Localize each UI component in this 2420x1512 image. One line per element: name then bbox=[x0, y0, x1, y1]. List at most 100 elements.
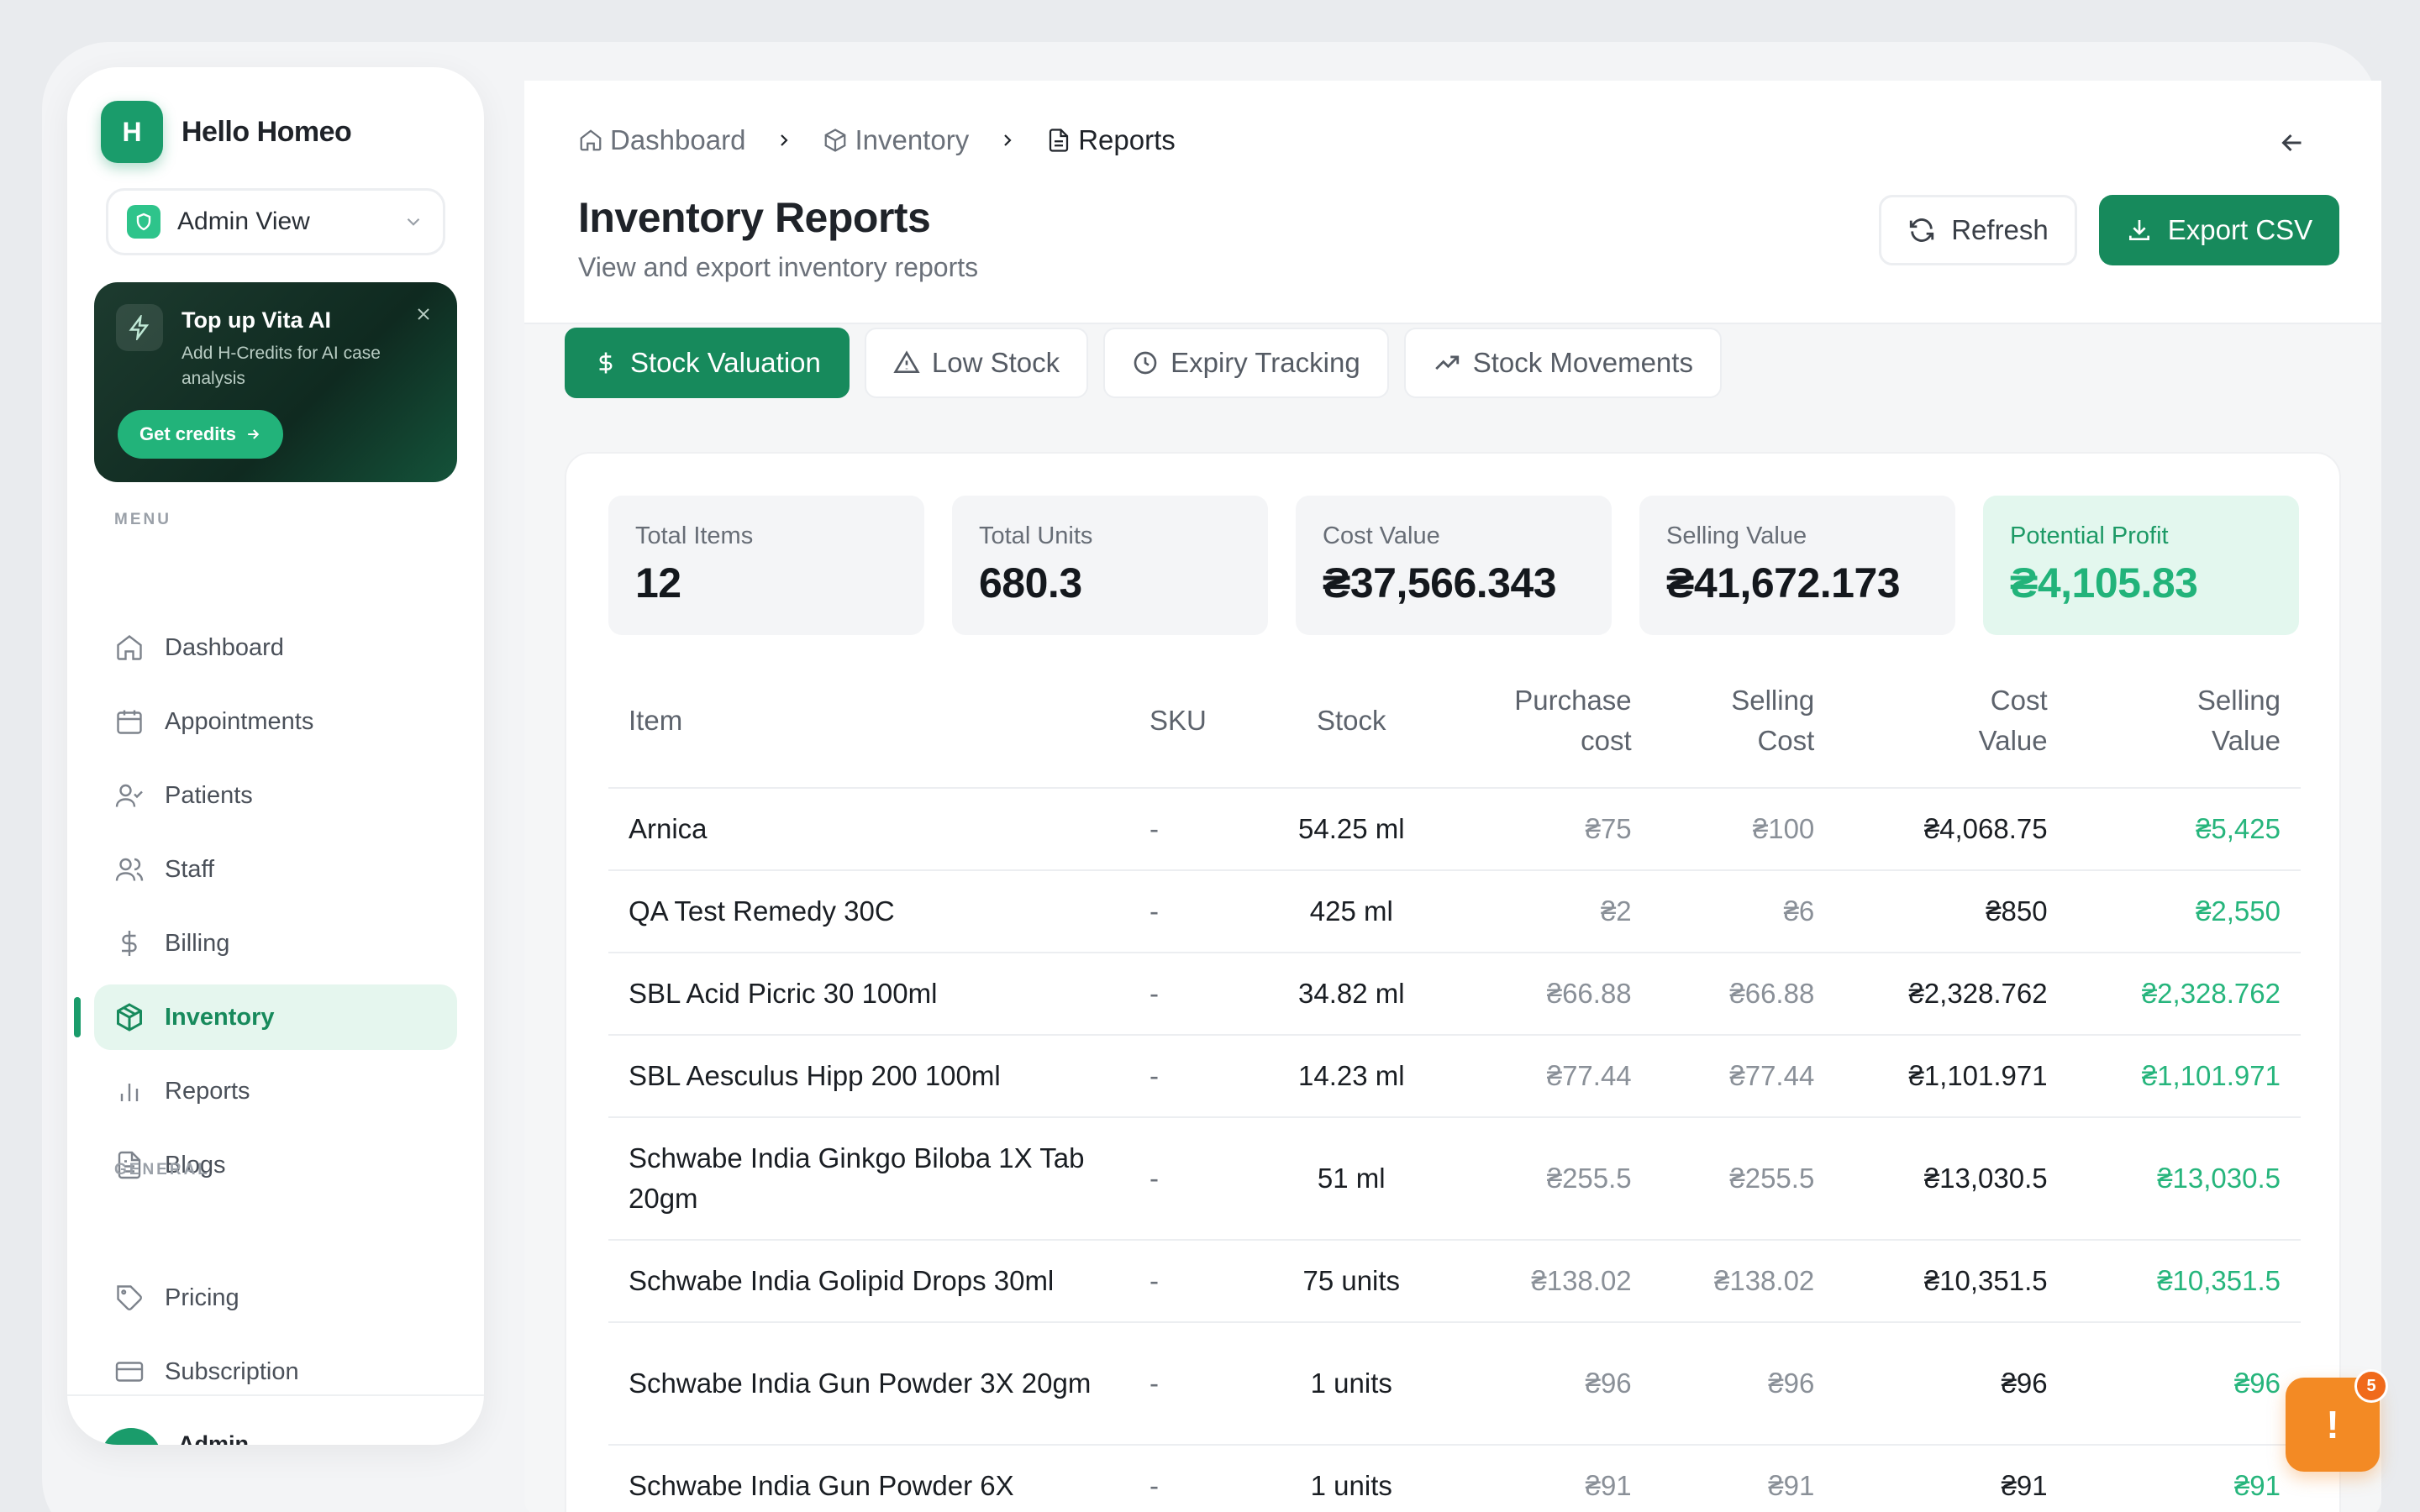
sidebar-item-pricing[interactable]: Pricing bbox=[94, 1265, 457, 1331]
stat-potential-profit: Potential Profit ₴4,105.83 bbox=[1983, 496, 2299, 635]
header-line: Selling bbox=[1731, 684, 1815, 716]
table-row[interactable]: SBL Acid Picric 30 100ml -34.82 ml ₴66.88 ₴… bbox=[608, 953, 2301, 1036]
header-line: Value bbox=[1978, 724, 2048, 756]
table-row[interactable]: Schwabe India Golipid Drops 30ml -75 unit… bbox=[608, 1240, 2301, 1323]
table-row[interactable]: SBL Aesculus Hipp 200 100ml -14.23 ml ₴77.… bbox=[608, 1035, 2301, 1118]
report-tabs: Stock Valuation Low Stock Expiry Trackin… bbox=[565, 328, 1737, 398]
sidebar: H Hello Homeo Admin View Top up Vita AI … bbox=[67, 67, 484, 1445]
view-selector[interactable]: Admin View bbox=[106, 188, 445, 255]
cell-purchase: ₴77.44 bbox=[1446, 1035, 1652, 1118]
header-line: Purchase bbox=[1514, 684, 1632, 716]
stat-selling-value: Selling Value ₴41,672.173 bbox=[1639, 496, 1955, 635]
user-profile[interactable]: d Admin bbox=[101, 1428, 249, 1445]
breadcrumb-label: Dashboard bbox=[610, 124, 746, 155]
sidebar-item-label: Billing bbox=[165, 929, 230, 957]
chevron-right-icon bbox=[997, 130, 1018, 150]
sidebar-item-staff[interactable]: Staff bbox=[94, 837, 457, 902]
column-header-item[interactable]: Item bbox=[608, 654, 1129, 789]
tab-stock-movements[interactable]: Stock Movements bbox=[1403, 328, 1722, 398]
sidebar-item-patients[interactable]: Patients bbox=[94, 763, 457, 828]
promo-title: Top up Vita AI bbox=[182, 307, 331, 333]
help-button[interactable]: ! 5 bbox=[2286, 1369, 2388, 1472]
tab-expiry-tracking[interactable]: Expiry Tracking bbox=[1103, 328, 1389, 398]
sidebar-item-label: Subscription bbox=[165, 1357, 299, 1385]
cell-selling-value: ₴2,550 bbox=[2067, 870, 2301, 953]
cell-selling: ₴6 bbox=[1651, 870, 1835, 953]
stat-label: Total Units bbox=[979, 522, 1093, 549]
back-button[interactable] bbox=[2277, 128, 2307, 162]
column-header-selling-cost[interactable]: Selling Cost bbox=[1651, 654, 1835, 789]
sidebar-item-label: Reports bbox=[165, 1077, 250, 1105]
cell-item: SBL Acid Picric 30 100ml bbox=[608, 953, 1129, 1036]
column-header-sku[interactable]: SKU bbox=[1129, 654, 1256, 789]
stat-cost-value: Cost Value ₴37,566.343 bbox=[1296, 496, 1612, 635]
users-icon bbox=[115, 858, 144, 881]
stat-total-units: Total Units 680.3 bbox=[952, 496, 1268, 635]
table-row[interactable]: Schwabe India Ginkgo Biloba 1X Tab 20gm -… bbox=[608, 1117, 2301, 1241]
inventory-table: Item SKU Stock Purchase cost Selling Cost … bbox=[608, 654, 2301, 1512]
sidebar-item-inventory[interactable]: Inventory bbox=[94, 984, 457, 1050]
column-header-selling-value[interactable]: Selling Value bbox=[2067, 654, 2301, 789]
cell-cost-value: ₴91 bbox=[1834, 1445, 2068, 1512]
table-row[interactable]: Arnica -54.25 ml ₴75 ₴100 ₴4,068.75 ₴5,425 bbox=[608, 788, 2301, 871]
brand[interactable]: H Hello Homeo bbox=[101, 101, 352, 163]
table-row[interactable]: QA Test Remedy 30C -425 ml ₴2 ₴6 ₴850 ₴2,550 bbox=[608, 870, 2301, 953]
cell-selling: ₴100 bbox=[1651, 788, 1835, 871]
stat-label: Potential Profit bbox=[2010, 522, 2169, 549]
cell-purchase: ₴66.88 bbox=[1446, 953, 1652, 1036]
tab-low-stock[interactable]: Low Stock bbox=[864, 328, 1089, 398]
table-header-row: Item SKU Stock Purchase cost Selling Cost … bbox=[608, 654, 2301, 789]
sidebar-item-dashboard[interactable]: Dashboard bbox=[94, 615, 457, 680]
chevron-right-icon bbox=[774, 130, 794, 150]
trending-up-icon bbox=[1434, 355, 1459, 370]
get-credits-button[interactable]: Get credits bbox=[118, 410, 283, 459]
cell-stock: 14.23 ml bbox=[1255, 1035, 1447, 1118]
cell-selling-value: ₴91 bbox=[2067, 1445, 2301, 1512]
view-selector-label: Admin View bbox=[177, 207, 310, 235]
sidebar-item-reports[interactable]: Reports bbox=[94, 1058, 457, 1124]
cell-stock: 425 ml bbox=[1255, 870, 1447, 953]
sidebar-item-label: Appointments bbox=[165, 707, 314, 735]
notification-badge: 5 bbox=[2354, 1369, 2388, 1403]
sidebar-item-billing[interactable]: Billing bbox=[94, 911, 457, 976]
export-csv-button[interactable]: Export CSV bbox=[2099, 195, 2339, 265]
cell-cost-value: ₴850 bbox=[1834, 870, 2068, 953]
sidebar-item-appointments[interactable]: Appointments bbox=[94, 689, 457, 754]
page-header: Dashboard Inventory Reports Inventory Re… bbox=[524, 81, 2381, 324]
sidebar-item-label: Patients bbox=[165, 781, 253, 809]
close-icon[interactable] bbox=[413, 304, 434, 328]
cell-selling-value: ₴1,101.971 bbox=[2067, 1035, 2301, 1118]
stat-value: 12 bbox=[635, 559, 681, 606]
chevron-down-icon bbox=[407, 218, 420, 226]
sidebar-divider bbox=[67, 1394, 484, 1396]
cell-selling: ₴77.44 bbox=[1651, 1035, 1835, 1118]
column-header-stock[interactable]: Stock bbox=[1255, 654, 1447, 789]
page-subtitle: View and export inventory reports bbox=[578, 252, 979, 282]
refresh-button[interactable]: Refresh bbox=[1879, 195, 2077, 265]
column-header-cost-value[interactable]: Cost Value bbox=[1834, 654, 2068, 789]
sidebar-item-label: Dashboard bbox=[165, 633, 284, 661]
stat-label: Selling Value bbox=[1666, 522, 1807, 549]
tab-label: Low Stock bbox=[931, 347, 1060, 378]
file-text-icon bbox=[1050, 129, 1069, 152]
table-row[interactable]: Schwabe India Gun Powder 3X 20gm -1 units… bbox=[608, 1322, 2301, 1446]
header-line: Value bbox=[2212, 724, 2281, 756]
column-header-purchase-cost[interactable]: Purchase cost bbox=[1446, 654, 1652, 789]
tab-label: Expiry Tracking bbox=[1171, 347, 1360, 378]
cell-cost-value: ₴2,328.762 bbox=[1834, 953, 2068, 1036]
cell-sku: - bbox=[1129, 1240, 1256, 1323]
cell-purchase: ₴96 bbox=[1446, 1322, 1652, 1446]
get-credits-label: Get credits bbox=[139, 423, 236, 444]
stat-value: ₴4,105.83 bbox=[2010, 559, 2198, 606]
general-section-label: GENERAL bbox=[114, 1161, 210, 1179]
table-row[interactable]: Schwabe India Gun Powder 6X -1 units ₴91 ₴9… bbox=[608, 1445, 2301, 1512]
tab-stock-valuation[interactable]: Stock Valuation bbox=[565, 328, 850, 398]
cell-stock: 54.25 ml bbox=[1255, 788, 1447, 871]
bar-chart-icon bbox=[120, 1084, 139, 1101]
user-check-icon bbox=[115, 784, 143, 807]
header-line: Cost bbox=[1990, 684, 2048, 716]
breadcrumb-inventory[interactable]: Inventory bbox=[823, 124, 969, 156]
breadcrumb-dashboard[interactable]: Dashboard bbox=[578, 124, 745, 156]
header-line: Cost bbox=[1757, 724, 1815, 756]
cell-selling: ₴91 bbox=[1651, 1445, 1835, 1512]
